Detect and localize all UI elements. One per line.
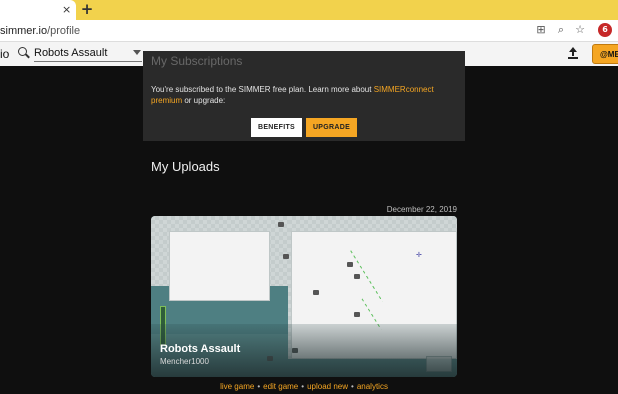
url-path: /profile [47, 25, 81, 37]
zoom-icon[interactable]: ⌕ [554, 23, 568, 37]
search-input[interactable]: Robots Assault [34, 45, 142, 62]
subscription-text-end: or upgrade: [182, 96, 226, 105]
robot-sprite [278, 222, 284, 227]
upload-new-link[interactable]: upload new [307, 382, 348, 391]
subscription-panel: My Subscriptions You're subscribed to th… [143, 51, 465, 141]
url-host: simmer.io [0, 25, 48, 37]
chevron-down-icon[interactable] [133, 50, 141, 55]
separator: • [301, 382, 305, 391]
robot-sprite [354, 312, 360, 317]
analytics-link[interactable]: analytics [357, 382, 388, 391]
robot-sprite [354, 274, 360, 279]
uploads-title: My Uploads [151, 159, 220, 174]
robot-sprite [347, 262, 353, 267]
separator: • [257, 382, 261, 391]
address-bar[interactable]: simmer.io/profile ⊞ ⌕ ☆ 6 [0, 20, 618, 42]
crosshair-icon: ✛ [416, 251, 422, 259]
live-game-link[interactable]: live game [220, 382, 254, 391]
close-icon[interactable]: × [62, 3, 71, 16]
edit-game-link[interactable]: edit game [263, 382, 298, 391]
robot-sprite [283, 254, 289, 259]
game-links: live game • edit game • upload new • analytics [151, 382, 457, 391]
user-menu-button[interactable]: @ME [592, 44, 618, 64]
subscription-text-start: You're subscribed to the SIMMER free pla… [151, 85, 374, 94]
site-logo[interactable]: io [0, 47, 9, 61]
browser-tab-strip: × + [0, 0, 618, 20]
subscription-heading: My Subscriptions [151, 54, 243, 68]
upload-icon-stem [572, 51, 574, 56]
game-card[interactable]: ✛ Robots Assault Mencher1000 [151, 216, 457, 377]
upgrade-button[interactable]: UPGRADE [306, 118, 357, 137]
star-icon[interactable]: ☆ [573, 23, 587, 37]
browser-tab[interactable]: × [0, 0, 76, 20]
plus-icon[interactable]: + [80, 1, 94, 17]
profile-badge[interactable]: 6 [598, 23, 612, 37]
benefits-button[interactable]: BENEFITS [251, 118, 302, 137]
translate-icon[interactable]: ⊞ [534, 23, 548, 37]
search-icon [18, 47, 30, 59]
game-title: Robots Assault [160, 343, 241, 355]
separator: • [351, 382, 354, 391]
upload-date: December 22, 2019 [386, 205, 457, 214]
subscription-text: You're subscribed to the SIMMER free pla… [151, 84, 463, 106]
url-text[interactable]: simmer.io/profile [0, 25, 80, 37]
game-room [169, 231, 270, 301]
game-author: Mencher1000 [160, 357, 209, 366]
robot-sprite [313, 290, 319, 295]
